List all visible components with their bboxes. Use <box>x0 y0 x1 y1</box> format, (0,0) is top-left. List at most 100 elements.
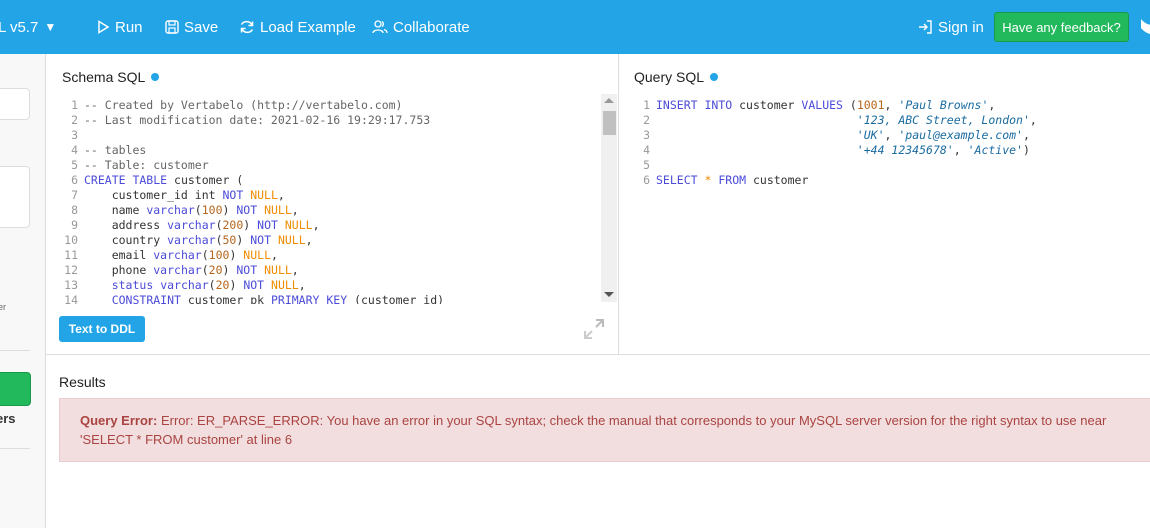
sign-in-link[interactable]: Sign in <box>918 0 984 54</box>
collaborate-button[interactable]: Collaborate <box>372 0 470 54</box>
code-token: , <box>291 203 299 217</box>
code-token: varchar <box>153 248 202 262</box>
save-button[interactable]: Save <box>165 0 218 54</box>
scroll-up-arrow-icon[interactable] <box>604 98 614 103</box>
query-sql-editor[interactable]: 1 INSERT INTO customer VALUES (1001, 'Pau… <box>630 98 1140 304</box>
code-token: , <box>884 128 899 142</box>
code-token: 200 <box>222 218 244 232</box>
line-number: 8 <box>71 203 78 217</box>
code-token: customer ( <box>167 173 244 187</box>
code-token: -- tables <box>84 143 147 157</box>
code-token: NULL <box>264 263 292 277</box>
code-token: ( <box>215 218 223 232</box>
results-title: Results <box>59 374 106 390</box>
code-token: varchar <box>153 263 202 277</box>
line-number: 3 <box>71 128 78 142</box>
line-number: 11 <box>64 248 78 262</box>
code-token: address <box>84 218 168 232</box>
code-line: 6 SELECT * FROM customer <box>630 173 1140 188</box>
code-line: 3 <box>58 128 600 143</box>
code-line: 14 CONSTRAINT customer_pk PRIMARY KEY (c… <box>58 293 600 304</box>
error-label: Query Error: <box>80 413 158 428</box>
code-token: ( <box>842 98 857 112</box>
scroll-down-arrow-icon[interactable] <box>604 292 614 297</box>
users-icon <box>372 20 388 34</box>
code-token: ) <box>243 218 258 232</box>
code-token: , <box>1022 128 1030 142</box>
expand-icon[interactable] <box>583 318 605 340</box>
code-token: 'Paul Browns' <box>898 98 989 112</box>
play-icon <box>98 20 110 34</box>
line-number: 9 <box>71 218 78 232</box>
line-number: 5 <box>71 158 78 172</box>
code-token: varchar <box>167 218 216 232</box>
code-token: 'paul@example.com' <box>898 128 1023 142</box>
feedback-button[interactable]: Have any feedback? <box>994 12 1129 42</box>
sidebar-input[interactable] <box>0 88 30 120</box>
code-token: customer <box>732 98 802 112</box>
code-token: varchar <box>160 278 209 292</box>
code-token: FROM <box>718 173 747 187</box>
code-token: 1001 <box>856 98 885 112</box>
load-example-button[interactable]: Load Example <box>239 0 356 54</box>
query-title-text: Query SQL <box>634 69 705 85</box>
code-token: NOT <box>243 278 265 292</box>
line-number: 6 <box>71 173 78 187</box>
line-number: 13 <box>64 278 78 292</box>
line-number: 4 <box>643 143 650 157</box>
code-token: 20 <box>215 278 230 292</box>
panel-divider[interactable] <box>618 54 619 354</box>
code-line: 11 email varchar(100) NULL, <box>58 248 600 263</box>
code-token: -- Table: customer <box>84 158 209 172</box>
line-number: 1 <box>643 98 650 112</box>
code-line: 4 '+44 12345678', 'Active') <box>630 143 1140 158</box>
query-panel-title: Query SQL <box>634 69 719 85</box>
text-to-ddl-button[interactable]: Text to DDL <box>59 316 145 342</box>
schema-sql-editor[interactable]: 1 -- Created by Vertabelo (http://vertabe… <box>58 98 600 304</box>
code-token: email <box>84 248 154 262</box>
code-token: 20 <box>208 263 223 277</box>
status-dot-icon <box>151 73 160 81</box>
sign-in-icon <box>919 20 932 34</box>
twitter-icon[interactable] <box>1141 16 1150 36</box>
database-version-select[interactable]: L v5.7 ▼ <box>0 0 56 54</box>
code-line: 4 -- tables <box>58 143 600 158</box>
code-token: ) <box>222 203 237 217</box>
sidebar-green-button[interactable] <box>0 372 31 406</box>
code-token: '+44 12345678' <box>856 143 954 157</box>
caret-down-icon: ▼ <box>44 20 57 34</box>
code-token: ) <box>222 263 237 277</box>
code-token: name <box>84 203 147 217</box>
error-message: Error: ER_PARSE_ERROR: You have an error… <box>80 413 1107 447</box>
results-divider <box>46 354 1150 355</box>
code-token: NOT <box>250 233 271 247</box>
code-line: 7 customer_id int NOT NULL, <box>58 188 600 203</box>
code-token: country <box>84 233 168 247</box>
line-number: 12 <box>64 263 78 277</box>
line-number: 4 <box>71 143 78 157</box>
code-token: (customer_id) <box>347 293 445 304</box>
code-token: , <box>953 143 968 157</box>
schema-panel-title: Schema SQL <box>62 69 160 85</box>
code-token: ) <box>1022 143 1030 157</box>
schema-editor-scrollbar[interactable] <box>601 94 617 302</box>
code-token: , <box>988 98 996 112</box>
scrollbar-thumb[interactable] <box>603 111 616 135</box>
sidebar-divider <box>0 350 30 351</box>
query-error-alert: Query Error: Error: ER_PARSE_ERROR: You … <box>59 398 1150 462</box>
code-token: 'Active' <box>967 143 1023 157</box>
code-line: 1 INSERT INTO customer VALUES (1001, 'Pau… <box>630 98 1140 113</box>
run-button[interactable]: Run <box>96 0 143 54</box>
code-token: 50 <box>222 233 237 247</box>
code-token: , <box>312 218 320 232</box>
code-line: 1 -- Created by Vertabelo (http://vertabe… <box>58 98 600 113</box>
code-line: 5 -- Table: customer <box>58 158 600 173</box>
line-number: 1 <box>71 98 78 112</box>
sidebar-textarea[interactable] <box>0 166 30 228</box>
code-token: ( <box>215 233 223 247</box>
